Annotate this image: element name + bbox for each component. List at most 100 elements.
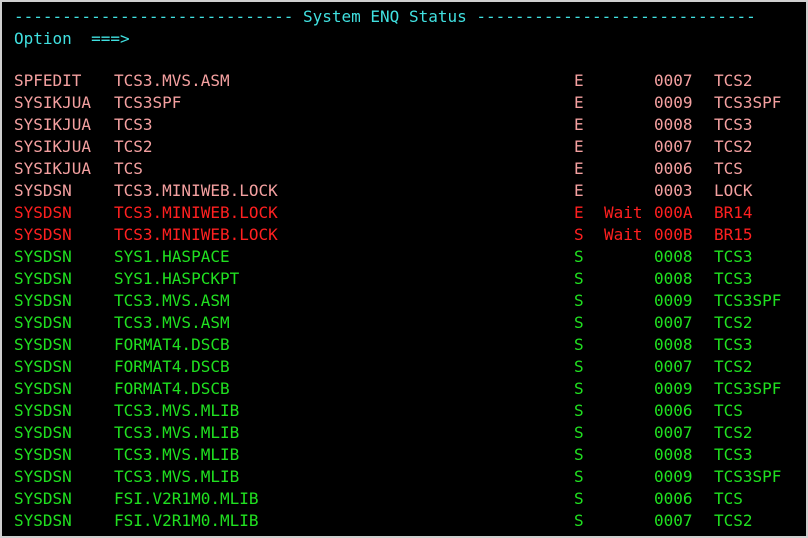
major-name: SPFEDIT (14, 71, 82, 90)
asid: 0008 (654, 335, 693, 354)
enq-row[interactable]: SYSDSN TCS3.MVS.MLIB S 0007 TCS2 (14, 422, 804, 444)
major-name: SYSDSN (14, 379, 72, 398)
enq-row[interactable]: SYSIKJUA TCS2 E 0007 TCS2 (14, 136, 804, 158)
enq-row[interactable]: SPFEDIT TCS3.MVS.ASM E 0007 TCS2 (14, 70, 804, 92)
enq-scope: S (574, 445, 584, 464)
major-name: SYSDSN (14, 445, 72, 464)
enq-row[interactable]: SYSDSN TCS3.MINIWEB.LOCK E 0003 LOCK (14, 180, 804, 202)
enq-row[interactable]: SYSDSN TCS3.MVS.MLIB S 0006 TCS (14, 400, 804, 422)
enq-row[interactable]: SYSDSN FSI.V2R1M0.MLIB S 0007 TCS2 (14, 510, 804, 532)
panel-title: System ENQ Status (302, 7, 467, 26)
terminal-screen: ----------------------------- System ENQ… (0, 0, 808, 538)
enq-row[interactable]: SYSDSN FORMAT4.DSCB S 0009 TCS3SPF (14, 378, 804, 400)
job-name: TCS2 (714, 511, 753, 530)
minor-name: TCS3SPF (114, 93, 182, 112)
job-name: TCS3 (714, 335, 753, 354)
job-name: TCS2 (714, 423, 753, 442)
major-name: SYSDSN (14, 291, 72, 310)
enq-row[interactable]: SYSDSN FSI.V2R1M0.MLIB S 0006 TCS (14, 488, 804, 510)
major-name: SYSDSN (14, 401, 72, 420)
enq-scope: S (574, 467, 584, 486)
minor-name: TCS3.MINIWEB.LOCK (114, 203, 278, 222)
enq-scope: S (574, 489, 584, 508)
minor-name: FSI.V2R1M0.MLIB (114, 489, 259, 508)
enq-scope: E (574, 181, 584, 200)
enq-row[interactable]: SYSDSN SYS1.HASPCKPT S 0008 TCS3 (14, 268, 804, 290)
minor-name: FORMAT4.DSCB (114, 335, 230, 354)
asid: 0007 (654, 71, 693, 90)
enq-row[interactable]: SYSDSN TCS3.MVS.MLIB S 0008 TCS3 (14, 444, 804, 466)
asid: 0003 (654, 181, 693, 200)
enq-row[interactable]: SYSIKJUA TCS E 0006 TCS (14, 158, 804, 180)
enq-scope: S (574, 511, 584, 530)
major-name: SYSDSN (14, 225, 72, 244)
asid: 000B (654, 225, 693, 244)
job-name: TCS (714, 489, 743, 508)
major-name: SYSIKJUA (14, 93, 92, 112)
major-name: SYSDSN (14, 269, 72, 288)
enq-scope: E (574, 203, 584, 222)
job-name: TCS (714, 159, 743, 178)
option-input[interactable] (139, 31, 699, 49)
enq-row[interactable]: SYSDSN TCS3.MVS.ASM S 0007 TCS2 (14, 312, 804, 334)
enq-scope: S (574, 357, 584, 376)
command-line: Option ===> (14, 28, 699, 50)
job-name: BR15 (714, 225, 753, 244)
job-name: LOCK (714, 181, 753, 200)
asid: 0009 (654, 467, 693, 486)
enq-scope: E (574, 115, 584, 134)
enq-row[interactable]: SYSDSN TCS3.MVS.MLIB S 0009 TCS3SPF (14, 466, 804, 488)
asid: 0007 (654, 137, 693, 156)
job-name: TCS3SPF (714, 93, 782, 112)
enq-scope: S (574, 291, 584, 310)
asid: 0006 (654, 401, 693, 420)
enq-scope: E (574, 93, 584, 112)
enq-row[interactable]: SYSDSN FORMAT4.DSCB S 0007 TCS2 (14, 356, 804, 378)
job-name: TCS2 (714, 313, 753, 332)
enq-row[interactable]: SYSDSN TCS3.MINIWEB.LOCK E Wait 000A BR14 (14, 202, 804, 224)
minor-name: TCS3.MINIWEB.LOCK (114, 225, 278, 244)
asid: 0009 (654, 379, 693, 398)
enq-row[interactable]: SYSDSN TCS3.MINIWEB.LOCK S Wait 000B BR15 (14, 224, 804, 246)
asid: 0008 (654, 269, 693, 288)
minor-name: SYS1.HASPACE (114, 247, 230, 266)
enq-row[interactable]: SYSDSN TCS3.MVS.ASM S 0009 TCS3SPF (14, 290, 804, 312)
asid: 0008 (654, 247, 693, 266)
minor-name: TCS3.MVS.ASM (114, 291, 230, 310)
enq-table: SPFEDIT TCS3.MVS.ASM E 0007 TCS2 SYSIKJUA TCS3… (14, 70, 804, 532)
asid: 000A (654, 203, 693, 222)
job-name: TCS3 (714, 115, 753, 134)
asid: 0006 (654, 159, 693, 178)
title-dashes-left: ----------------------------- (14, 7, 303, 26)
minor-name: TCS3.MVS.MLIB (114, 401, 240, 420)
asid: 0008 (654, 445, 693, 464)
minor-name: TCS3.MVS.MLIB (114, 423, 240, 442)
enq-scope: S (574, 335, 584, 354)
enq-row[interactable]: SYSDSN SYS1.HASPACE S 0008 TCS3 (14, 246, 804, 268)
enq-scope: S (574, 269, 584, 288)
enq-scope: S (574, 225, 584, 244)
job-name: BR14 (714, 203, 753, 222)
command-arrow: ===> (91, 29, 130, 48)
enq-scope: S (574, 379, 584, 398)
job-name: TCS2 (714, 137, 753, 156)
enq-row[interactable]: SYSIKJUA TCS3SPF E 0009 TCS3SPF (14, 92, 804, 114)
asid: 0009 (654, 291, 693, 310)
major-name: SYSIKJUA (14, 159, 92, 178)
wait-indicator: Wait (604, 225, 643, 244)
major-name: SYSDSN (14, 335, 72, 354)
enq-row[interactable]: SYSIKJUA TCS3 E 0008 TCS3 (14, 114, 804, 136)
major-name: SYSIKJUA (14, 137, 92, 156)
asid: 0007 (654, 357, 693, 376)
enq-scope: S (574, 401, 584, 420)
minor-name: TCS3.MVS.ASM (114, 313, 230, 332)
job-name: TCS3 (714, 269, 753, 288)
enq-row[interactable]: SYSDSN FORMAT4.DSCB S 0008 TCS3 (14, 334, 804, 356)
minor-name: TCS2 (114, 137, 153, 156)
asid: 0008 (654, 115, 693, 134)
minor-name: TCS3.MVS.ASM (114, 71, 230, 90)
major-name: SYSDSN (14, 423, 72, 442)
job-name: TCS3SPF (714, 291, 782, 310)
major-name: SYSDSN (14, 467, 72, 486)
panel-title-line: ----------------------------- System ENQ… (14, 6, 756, 28)
